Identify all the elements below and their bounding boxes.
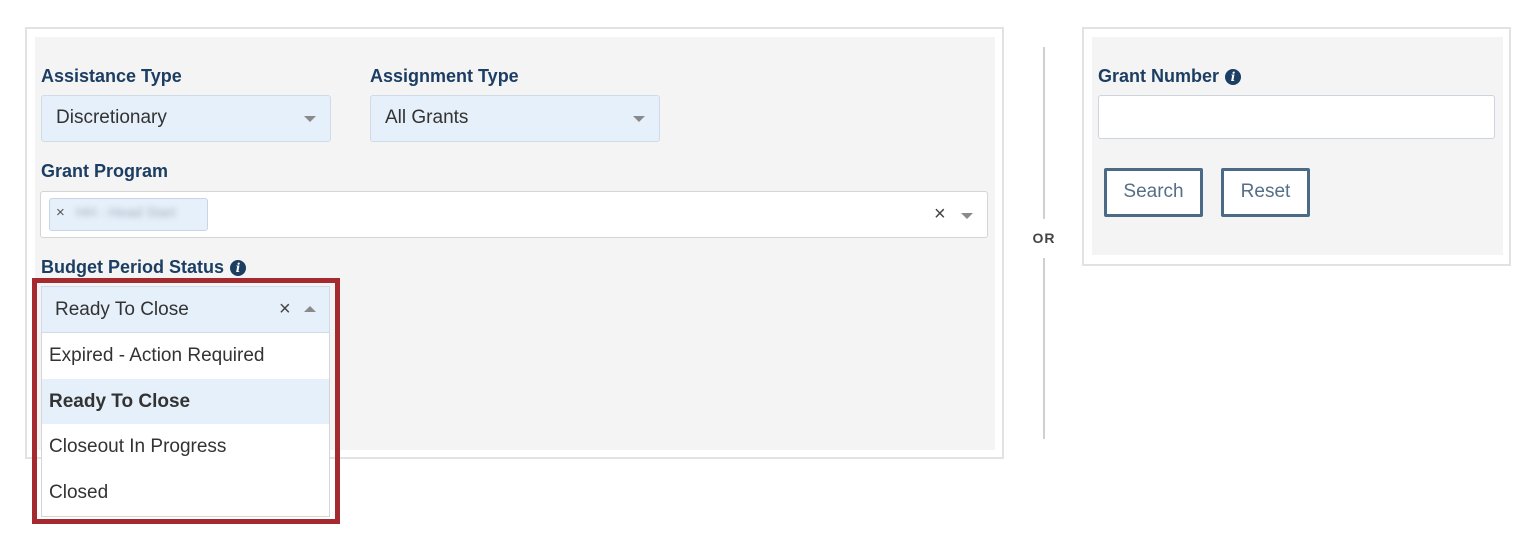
search-button[interactable]: Search [1104, 168, 1203, 217]
assistance-type-select[interactable]: Discretionary [41, 95, 331, 142]
separator-line [1043, 258, 1045, 439]
chip-remove-icon[interactable]: × [56, 204, 65, 221]
budget-period-status-select[interactable]: Ready To Close × [41, 286, 330, 333]
caret-down-icon [304, 116, 316, 122]
grant-program-chip-label: HH - Head Start [76, 204, 176, 220]
caret-down-icon [633, 116, 645, 122]
grant-number-input[interactable] [1098, 95, 1495, 139]
budget-period-status-value: Ready To Close [55, 299, 189, 320]
dropdown-option[interactable]: Expired - Action Required [42, 333, 329, 378]
grant-number-label: Grant Number i [1098, 65, 1242, 87]
grant-program-select[interactable]: × HH - Head Start × [40, 191, 988, 238]
assignment-type-value: All Grants [385, 107, 469, 128]
dropdown-option-selected[interactable]: Ready To Close [42, 379, 329, 424]
budget-period-status-dropdown: Expired - Action Required Ready To Close… [41, 333, 330, 517]
grant-program-chip: × HH - Head Start [49, 198, 208, 231]
assistance-type-label: Assistance Type [41, 66, 182, 86]
dropdown-option[interactable]: Closed [42, 470, 329, 515]
info-circle-icon[interactable]: i [230, 260, 247, 276]
assignment-type-select[interactable]: All Grants [370, 95, 660, 142]
grant-number-text: Grant Number [1098, 66, 1220, 86]
close-icon[interactable]: × [279, 299, 291, 319]
grant-program-label: Grant Program [41, 161, 169, 181]
caret-up-icon[interactable] [304, 306, 316, 312]
dropdown-option[interactable]: Closeout In Progress [42, 424, 329, 469]
assignment-type-label: Assignment Type [370, 66, 519, 86]
budget-period-status-label: Budget Period Status i [41, 256, 247, 278]
close-icon[interactable]: × [934, 204, 946, 224]
or-separator: OR [1032, 230, 1056, 246]
reset-button[interactable]: Reset [1221, 168, 1310, 217]
caret-down-icon[interactable] [961, 213, 973, 219]
separator-line [1043, 47, 1045, 219]
budget-period-status-text: Budget Period Status [41, 257, 225, 277]
assistance-type-value: Discretionary [56, 107, 167, 128]
info-circle-icon[interactable]: i [1225, 69, 1242, 85]
